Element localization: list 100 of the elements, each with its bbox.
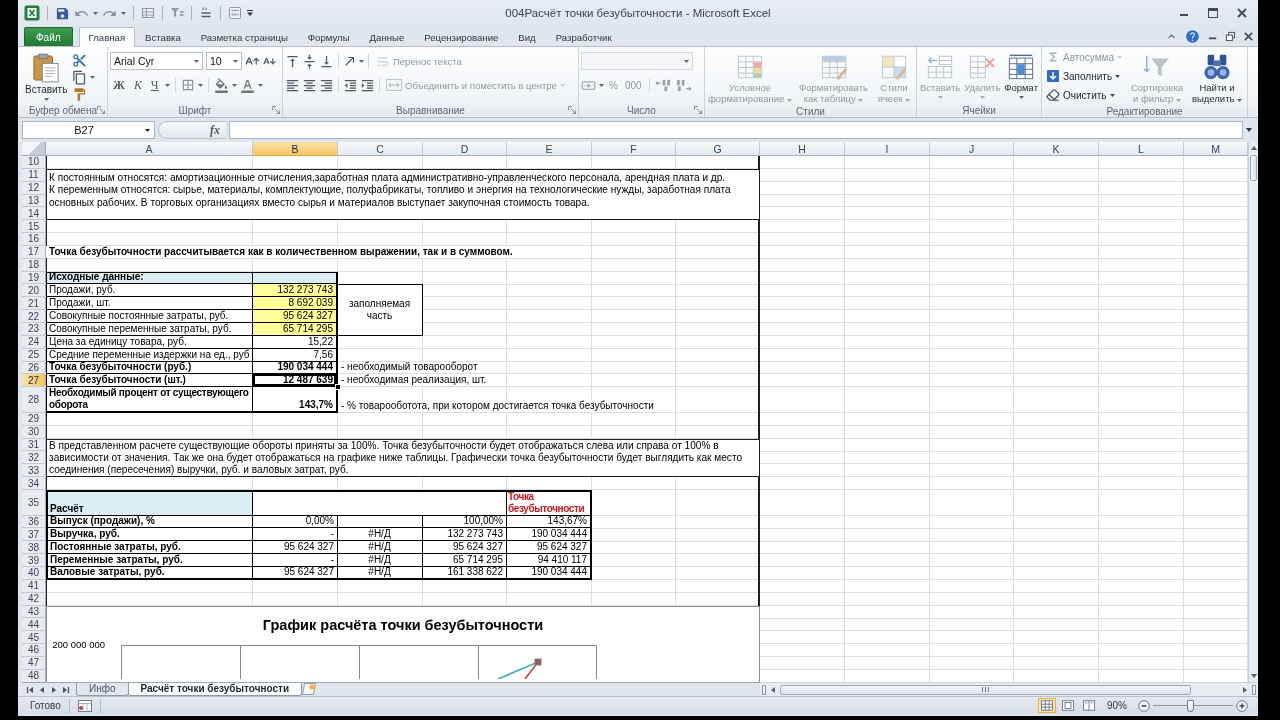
close-icon[interactable] bbox=[1243, 30, 1254, 42]
sheet-tab[interactable]: Расчёт точки безубыточности bbox=[127, 683, 303, 696]
column-header[interactable]: A bbox=[46, 142, 253, 156]
ribbon-tab[interactable]: Вставка bbox=[135, 27, 191, 46]
split-handle[interactable] bbox=[1252, 684, 1256, 695]
help-icon[interactable] bbox=[1185, 28, 1200, 44]
paintbrush-icon[interactable] bbox=[72, 87, 88, 102]
row-header[interactable]: 14 bbox=[22, 207, 46, 221]
format-cells-button[interactable]: Формат bbox=[1003, 51, 1039, 103]
zoom-level[interactable]: 90% bbox=[1101, 700, 1135, 711]
customize-toolbar-icon[interactable] bbox=[246, 9, 254, 17]
row-header[interactable]: 32 bbox=[22, 451, 46, 465]
ribbon-tab[interactable]: Формулы bbox=[297, 27, 360, 46]
expand-formula-icon[interactable] bbox=[1246, 128, 1252, 132]
name-box[interactable]: B27 bbox=[22, 121, 155, 139]
underline-button[interactable]: Ч bbox=[147, 76, 162, 94]
scroll-down-icon[interactable] bbox=[1249, 672, 1258, 680]
diagonal-arrow-icon[interactable] bbox=[343, 54, 357, 68]
align-right-icon[interactable] bbox=[319, 77, 334, 93]
form-grid-icon[interactable] bbox=[141, 6, 155, 20]
file-tab[interactable]: Файл bbox=[24, 27, 73, 46]
ribbon-tab[interactable]: Главная bbox=[78, 27, 136, 47]
fill-handle[interactable] bbox=[335, 384, 341, 391]
insert-function-button[interactable]: fx bbox=[158, 121, 226, 139]
bold-button[interactable]: Ж bbox=[110, 76, 128, 94]
row-header[interactable]: 40 bbox=[22, 567, 46, 580]
column-header[interactable]: B bbox=[253, 142, 338, 156]
maximize-icon[interactable] bbox=[1207, 7, 1219, 19]
split-handle[interactable] bbox=[762, 684, 766, 695]
column-header[interactable]: M bbox=[1184, 142, 1248, 156]
close-icon[interactable] bbox=[1236, 7, 1248, 19]
column-header[interactable]: J bbox=[930, 142, 1014, 156]
column-header[interactable]: H bbox=[760, 142, 845, 156]
scroll-up-icon[interactable] bbox=[1249, 144, 1258, 152]
record-macro-icon[interactable] bbox=[77, 699, 92, 712]
fill-bucket-icon[interactable] bbox=[213, 77, 229, 93]
grid-view-icon[interactable] bbox=[1038, 698, 1056, 713]
zoom-slider-thumb[interactable] bbox=[1186, 699, 1194, 712]
row-header[interactable]: 20 bbox=[22, 284, 46, 298]
zoom-in-icon[interactable] bbox=[1236, 699, 1248, 712]
borders-icon[interactable] bbox=[180, 78, 195, 92]
column-header[interactable]: C bbox=[338, 142, 423, 156]
scrollbar-thumb[interactable] bbox=[780, 684, 1191, 695]
formula-input[interactable] bbox=[229, 121, 1243, 139]
dialog-launcher-icon[interactable] bbox=[568, 106, 576, 114]
column-header[interactable]: E bbox=[507, 142, 592, 156]
next-sheet-icon[interactable] bbox=[50, 685, 58, 694]
fill-button[interactable]: Заполнить bbox=[1044, 67, 1124, 85]
scroll-left-icon[interactable] bbox=[769, 685, 777, 694]
dialog-launcher-icon[interactable] bbox=[694, 106, 702, 114]
indent-decrease-icon[interactable] bbox=[343, 77, 358, 93]
previous-sheet-icon[interactable] bbox=[38, 685, 46, 694]
insert-sheet-icon[interactable] bbox=[301, 683, 318, 695]
align-bottom-icon[interactable] bbox=[319, 53, 334, 69]
indent-increase-icon[interactable] bbox=[360, 77, 375, 93]
row-header[interactable]: 22 bbox=[22, 310, 46, 323]
column-header[interactable]: K bbox=[1014, 142, 1099, 156]
scroll-right-icon[interactable] bbox=[1241, 685, 1249, 694]
scissors-icon[interactable] bbox=[72, 53, 88, 68]
row-header[interactable]: 37 bbox=[22, 528, 46, 542]
row-header[interactable]: 34 bbox=[22, 477, 46, 490]
dialog-launcher-icon[interactable] bbox=[272, 106, 280, 114]
row-header[interactable]: 44 bbox=[22, 618, 46, 632]
first-sheet-icon[interactable] bbox=[26, 685, 34, 694]
italic-button[interactable]: К bbox=[130, 76, 145, 94]
caret-icon[interactable] bbox=[233, 59, 238, 63]
row-header[interactable]: 10 bbox=[22, 156, 46, 169]
page-view-icon[interactable] bbox=[1059, 698, 1077, 713]
column-header[interactable]: G bbox=[676, 142, 760, 156]
ribbon-tab[interactable]: Рецензирование bbox=[414, 27, 509, 46]
row-header[interactable]: 16 bbox=[22, 233, 46, 246]
row-header[interactable]: 21 bbox=[22, 297, 46, 311]
align-middle-icon[interactable] bbox=[302, 53, 317, 69]
dialog-launcher-icon[interactable] bbox=[97, 106, 105, 114]
paste-button[interactable]: Вставить bbox=[24, 51, 69, 103]
font-size-field[interactable]: 10 bbox=[206, 52, 242, 70]
restore-icon[interactable] bbox=[1225, 30, 1236, 42]
caret-icon[interactable] bbox=[194, 59, 199, 63]
ribbon-tab[interactable]: Данные bbox=[359, 27, 415, 46]
save-icon[interactable] bbox=[55, 5, 70, 21]
row-header[interactable]: 35 bbox=[22, 489, 46, 516]
ribbon-tab[interactable]: Разработчик bbox=[545, 27, 622, 46]
row-header[interactable]: 45 bbox=[22, 631, 46, 645]
font-color-icon[interactable] bbox=[239, 77, 255, 93]
align-left-icon[interactable] bbox=[285, 77, 300, 93]
row-header[interactable]: 28 bbox=[22, 387, 46, 413]
align-top-icon[interactable] bbox=[285, 53, 300, 69]
split-page-view-icon[interactable] bbox=[1080, 698, 1098, 713]
copy-icon[interactable] bbox=[72, 70, 88, 85]
last-sheet-icon[interactable] bbox=[62, 685, 70, 694]
row-header[interactable]: 39 bbox=[22, 554, 46, 567]
caret-icon[interactable] bbox=[145, 128, 150, 132]
column-header[interactable]: F bbox=[592, 142, 676, 156]
row-header[interactable]: 27 bbox=[22, 374, 46, 388]
column-header[interactable]: D bbox=[423, 142, 507, 156]
column-header[interactable]: I bbox=[845, 142, 930, 156]
clear-button[interactable]: Очистить bbox=[1044, 86, 1124, 104]
zoom-out-icon[interactable] bbox=[1138, 699, 1150, 712]
align-center-icon[interactable] bbox=[302, 77, 317, 93]
sheet-tab[interactable]: Инфо bbox=[76, 683, 129, 696]
